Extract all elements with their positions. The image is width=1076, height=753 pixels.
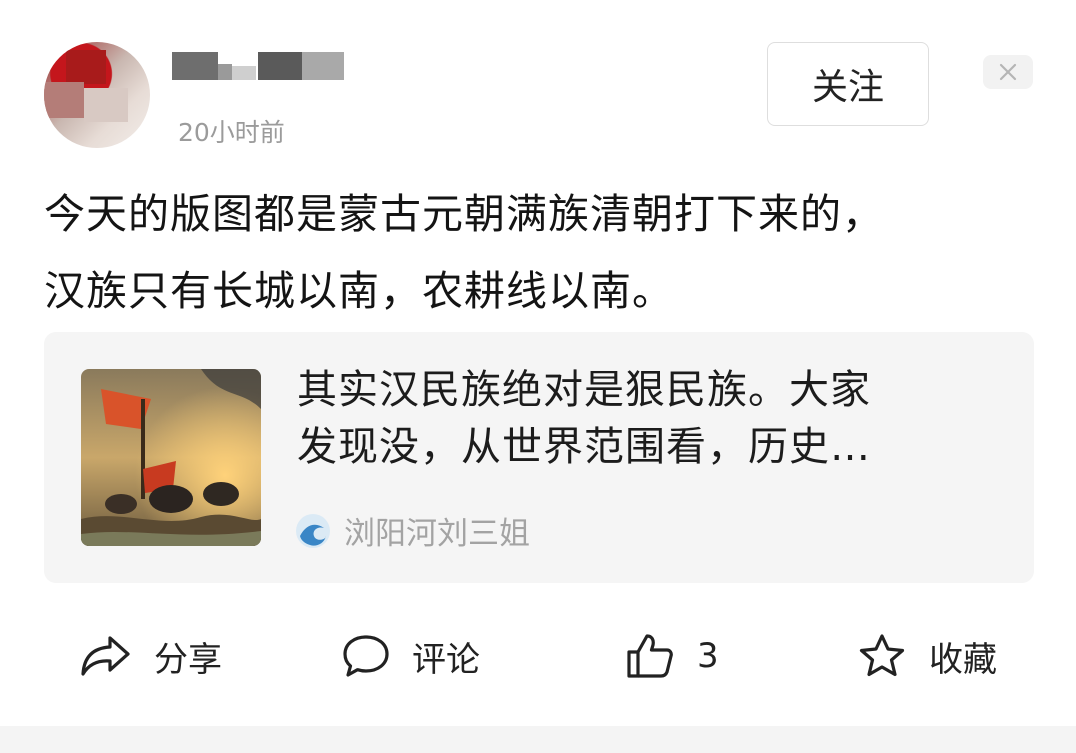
bottom-divider [0,726,1076,753]
comment-button[interactable]: 评论 [342,610,480,702]
comment-label: 评论 [412,639,480,680]
article-source[interactable]: 浏阳河刘三姐 [296,508,530,553]
quoted-article-card[interactable]: 其实汉民族绝对是狠民族。大家 发现没，从世界范围看，历史… 浏阳河刘三姐 [44,332,1034,583]
close-icon [999,63,1017,81]
article-title-line: 发现没，从世界范围看，历史… [297,424,871,470]
share-icon [81,636,130,676]
article-title-line: 其实汉民族绝对是狠民族。大家 [297,367,871,413]
source-name: 浏阳河刘三姐 [344,516,530,552]
like-count: 3 [697,636,719,676]
source-avatar-icon [296,513,330,548]
share-button[interactable]: 分享 [80,610,222,702]
close-button[interactable] [983,55,1033,89]
thumbs-up-icon [627,634,673,678]
avatar[interactable] [44,42,150,148]
action-bar: 分享 评论 3 收藏 [0,610,1076,702]
comment-icon [343,635,389,677]
article-thumbnail [81,369,261,546]
post-text: 今天的版图都是蒙古元朝满族清朝打下来的， 汉族只有长城以南，农耕线以南。 [44,176,1034,330]
username-redacted[interactable] [172,44,344,84]
collect-label: 收藏 [929,639,997,680]
collect-button[interactable]: 收藏 [857,610,997,702]
follow-button[interactable]: 关注 [767,42,929,126]
post-text-line: 今天的版图都是蒙古元朝满族清朝打下来的， [44,190,884,238]
article-title[interactable]: 其实汉民族绝对是狠民族。大家 发现没，从世界范围看，历史… [297,362,997,476]
post-text-line: 汉族只有长城以南，农耕线以南。 [44,267,674,315]
like-button[interactable]: 3 [625,610,719,702]
share-label: 分享 [154,639,222,680]
post-time: 20小时前 [178,118,285,147]
star-icon [859,634,905,677]
